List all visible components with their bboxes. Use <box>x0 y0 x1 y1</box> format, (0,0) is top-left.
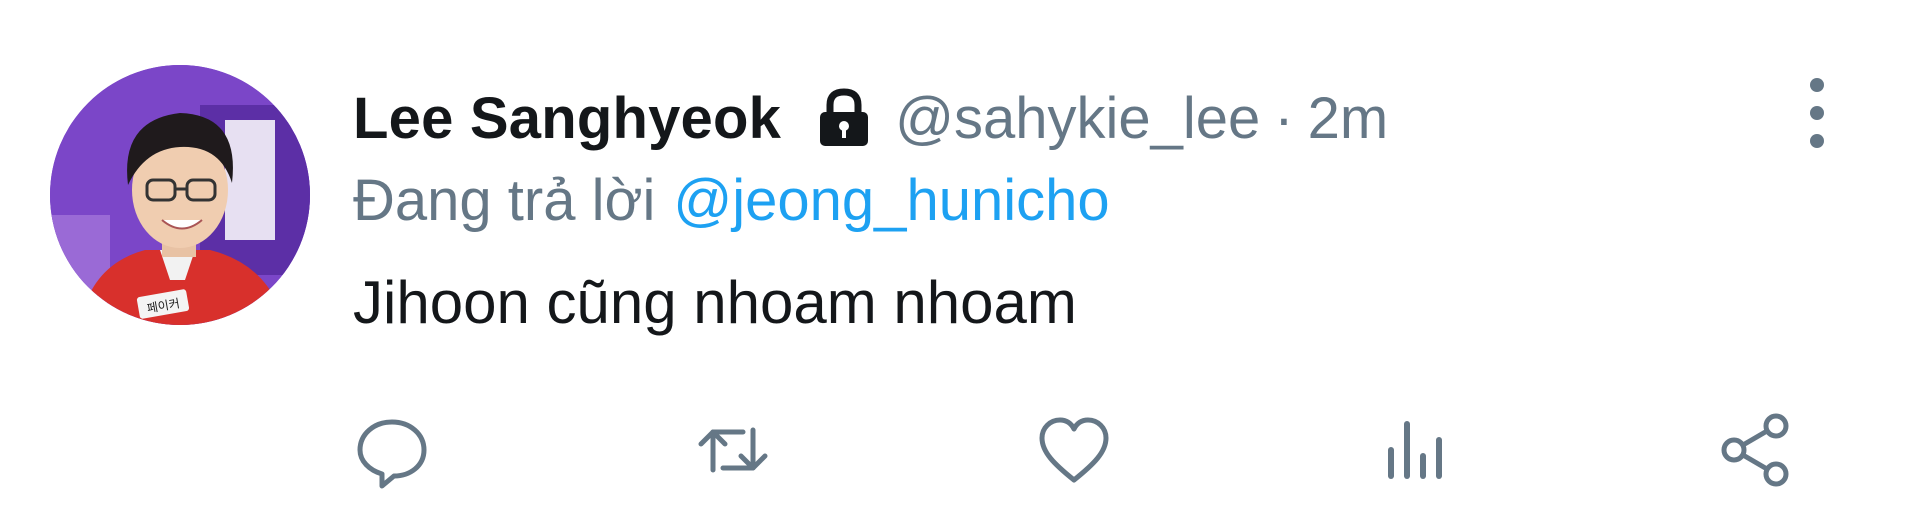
lock-icon <box>811 85 877 151</box>
action-bar <box>0 400 1920 500</box>
retweet-icon <box>698 427 768 473</box>
more-dot-icon <box>1810 78 1824 92</box>
avatar[interactable]: 페이커 <box>50 65 310 325</box>
replying-to: Đang trả lời @jeong_hunicho <box>353 160 1110 240</box>
like-button[interactable] <box>1034 410 1114 490</box>
share-icon <box>1721 413 1789 487</box>
display-name[interactable]: Lee Sanghyeok <box>353 85 781 152</box>
separator-dot: · <box>1274 85 1294 151</box>
tweet-text: Jihoon cũng nhoam nhoam <box>353 269 1077 336</box>
tweet[interactable]: 페이커 Lee Sanghyeok @sahykie_lee · 2m Đang… <box>0 0 1920 523</box>
reply-button[interactable] <box>352 410 432 490</box>
bar-chart-icon <box>1388 421 1442 479</box>
more-dot-icon <box>1810 134 1824 148</box>
avatar-photo: 페이커 <box>50 65 310 325</box>
timestamp[interactable]: 2m <box>1308 85 1389 152</box>
analytics-button[interactable] <box>1375 410 1455 490</box>
share-button[interactable] <box>1716 410 1796 490</box>
heart-icon <box>1039 417 1109 483</box>
tweet-header: Lee Sanghyeok @sahykie_lee · 2m <box>353 78 1388 158</box>
more-options-button[interactable] <box>1792 78 1842 148</box>
retweet-button[interactable] <box>693 410 773 490</box>
handle[interactable]: @sahykie_lee <box>895 85 1260 152</box>
comment-icon <box>357 419 427 489</box>
reply-mention-link[interactable]: @jeong_hunicho <box>673 167 1109 234</box>
reply-prefix: Đang trả lời <box>353 167 656 233</box>
more-dot-icon <box>1810 106 1824 120</box>
